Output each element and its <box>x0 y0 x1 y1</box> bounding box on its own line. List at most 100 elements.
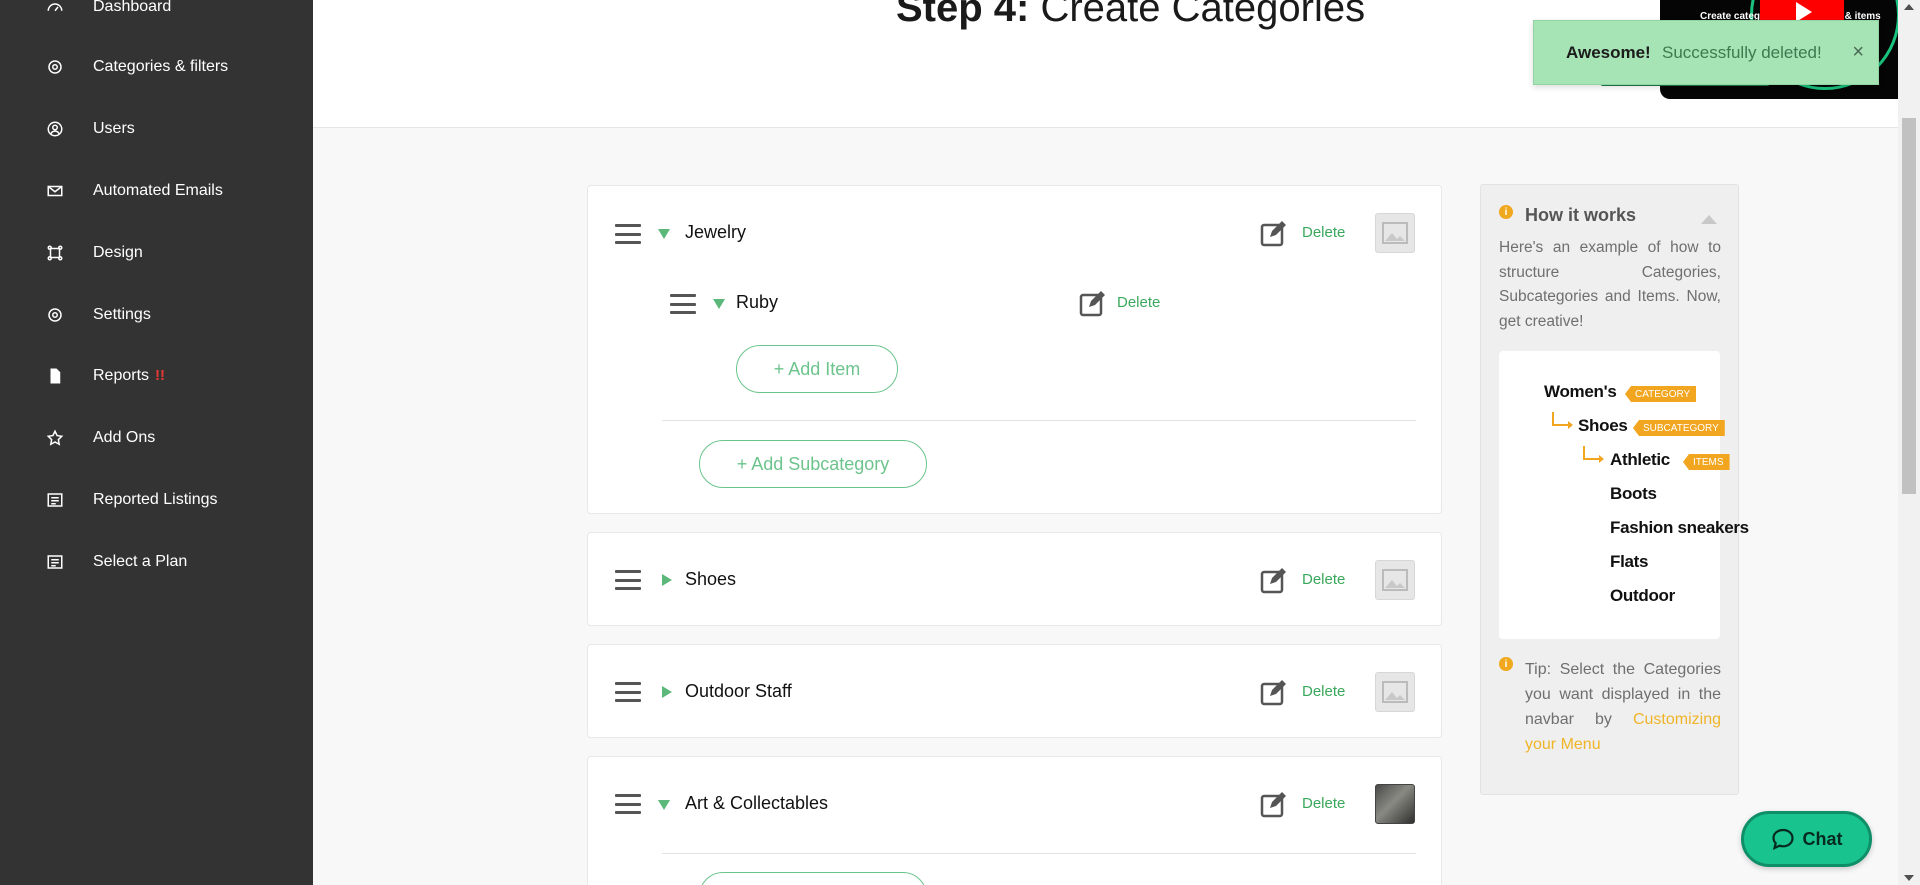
category-name: Outdoor Staff <box>685 681 792 701</box>
how-it-works-description: Here's an example of how to structure Ca… <box>1499 239 1721 330</box>
tree-connector-icon <box>1552 412 1573 429</box>
success-toast: Awesome! Successfully deleted! × <box>1533 20 1879 85</box>
sidebar-item-dashboard[interactable]: Dashboard <box>0 0 313 27</box>
sidebar-item-reported-listings[interactable]: Reported Listings <box>0 480 313 520</box>
page-title: Step 4: Create Categories <box>896 0 1365 31</box>
sidebar-item-label: Select a Plan <box>93 553 188 570</box>
image-placeholder-icon[interactable] <box>1375 560 1415 600</box>
sidebar-item-label: Add Ons <box>93 429 156 446</box>
example-subcategory: Shoes <box>1578 416 1628 435</box>
edit-icon[interactable] <box>1260 790 1288 818</box>
example-item: Boots <box>1610 484 1657 503</box>
envelope-icon <box>44 180 66 202</box>
sidebar-item-reports[interactable]: Reports!! <box>0 356 313 396</box>
drag-handle-icon[interactable] <box>615 682 641 702</box>
dashboard-icon <box>44 0 66 18</box>
info-icon: i <box>1499 657 1513 671</box>
edit-icon[interactable] <box>1260 219 1288 247</box>
scroll-down-icon[interactable] <box>1904 875 1914 881</box>
collapse-icon[interactable] <box>1701 215 1717 224</box>
collapse-caret-icon[interactable] <box>713 299 725 309</box>
example-category: Women's <box>1544 382 1617 401</box>
example-item: Fashion sneakers <box>1610 518 1749 537</box>
gear-icon <box>44 56 66 78</box>
close-icon[interactable]: × <box>1852 41 1864 64</box>
sidebar-item-users[interactable]: Users <box>0 109 313 149</box>
list-icon <box>44 489 66 511</box>
divider <box>662 420 1416 421</box>
chat-label: Chat <box>1802 828 1843 849</box>
category-name: Art & Collectables <box>685 793 829 813</box>
delete-link[interactable]: Delete <box>1302 683 1345 700</box>
page-title-text: Create Categories <box>1029 0 1366 30</box>
delete-link[interactable]: Delete <box>1302 571 1345 588</box>
drag-handle-icon[interactable] <box>670 294 696 314</box>
sidebar-item-label: Categories & filters <box>93 58 229 75</box>
sidebar-item-label-wrap: Reports!! <box>93 367 165 385</box>
star-icon <box>44 427 66 449</box>
page-title-step: Step 4: <box>896 0 1030 30</box>
image-placeholder-icon[interactable] <box>1375 672 1415 712</box>
collapse-caret-icon[interactable] <box>658 800 670 810</box>
drag-handle-icon[interactable] <box>615 224 641 244</box>
edit-icon[interactable] <box>1260 678 1288 706</box>
collapse-caret-icon[interactable] <box>658 229 670 239</box>
scroll-thumb[interactable] <box>1902 118 1916 494</box>
category-card-shoes: Shoes Delete <box>587 532 1442 626</box>
expand-caret-icon[interactable] <box>662 686 672 698</box>
drag-handle-icon[interactable] <box>615 794 641 814</box>
tip-text: Tip: Select the Categories you want disp… <box>1525 657 1721 757</box>
list-icon <box>44 551 66 573</box>
sidebar-item-label: Settings <box>93 306 151 323</box>
info-icon: i <box>1499 205 1513 219</box>
sidebar-item-label: Design <box>93 244 143 261</box>
how-it-works-panel: i How it works Here's an example of how … <box>1480 184 1749 795</box>
category-name: Jewelry <box>685 222 747 242</box>
edit-icon[interactable] <box>1079 289 1107 317</box>
alert-badge: !! <box>155 367 166 384</box>
chat-button[interactable]: Chat <box>1741 811 1872 867</box>
subcategory-tag: SUBCATEGORY <box>1633 420 1725 436</box>
sidebar-item-settings[interactable]: Settings <box>0 295 313 335</box>
category-tag: CATEGORY <box>1625 386 1697 402</box>
sidebar-item-label: Reports <box>93 367 150 384</box>
toast-title: Awesome! <box>1566 42 1651 62</box>
sidebar-item-select-plan[interactable]: Select a Plan <box>0 542 313 582</box>
delete-link[interactable]: Delete <box>1302 795 1345 812</box>
expand-caret-icon[interactable] <box>662 574 672 586</box>
sidebar-item-categories[interactable]: Categories & filters <box>0 47 313 87</box>
scroll-up-icon[interactable] <box>1904 4 1914 10</box>
example-item: Flats <box>1610 552 1649 571</box>
add-subcategory-button-partial[interactable] <box>699 872 927 885</box>
items-tag: ITEMS <box>1683 454 1730 470</box>
category-card-art-collectables: Art & Collectables Delete <box>587 756 1442 885</box>
add-item-button[interactable]: + Add Item <box>736 345 898 393</box>
drag-handle-icon[interactable] <box>615 570 641 590</box>
sidebar-item-design[interactable]: Design <box>0 233 313 273</box>
subcategory-name: Ruby <box>736 292 779 312</box>
sidebar-item-label: Dashboard <box>93 0 172 15</box>
delete-link[interactable]: Delete <box>1117 294 1160 311</box>
toast-message: Successfully deleted! <box>1662 42 1822 62</box>
how-it-works-title: How it works <box>1525 205 1637 225</box>
category-image-thumbnail[interactable] <box>1375 784 1415 824</box>
example-tree: Women's CATEGORY Shoes SUBCATEGORY Athle… <box>1499 351 1749 639</box>
design-icon <box>44 242 66 264</box>
category-card-outdoor-staff: Outdoor Staff Delete <box>587 644 1442 738</box>
document-icon <box>44 365 66 387</box>
divider <box>662 853 1416 854</box>
edit-icon[interactable] <box>1260 566 1288 594</box>
scrollbar[interactable] <box>1898 0 1920 885</box>
gear-icon <box>44 304 66 326</box>
add-subcategory-button[interactable]: + Add Subcategory <box>699 440 927 488</box>
image-placeholder-icon[interactable] <box>1375 213 1415 253</box>
delete-link[interactable]: Delete <box>1302 224 1345 241</box>
sidebar-item-label: Automated Emails <box>93 182 223 199</box>
example-item: Athletic <box>1610 450 1670 469</box>
sidebar-item-add-ons[interactable]: Add Ons <box>0 418 313 458</box>
sidebar-item-label: Reported Listings <box>93 491 218 508</box>
sidebar: Dashboard Categories & filters Users Aut… <box>0 0 313 885</box>
sidebar-item-automated-emails[interactable]: Automated Emails <box>0 171 313 211</box>
user-icon <box>44 118 66 140</box>
example-item: Outdoor <box>1610 586 1675 605</box>
